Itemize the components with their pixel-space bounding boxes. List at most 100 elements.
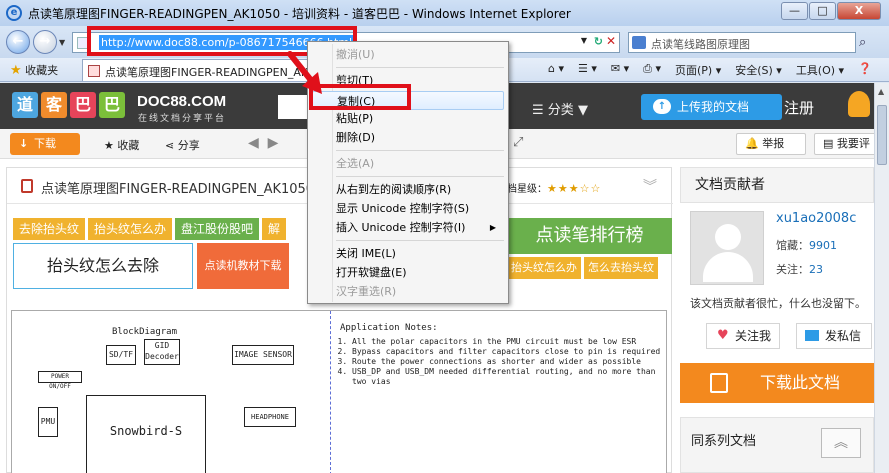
- menu-rtl-reading[interactable]: 从右到左的阅读顺序(R): [312, 180, 504, 199]
- fullscreen-icon[interactable]: ⤢: [513, 135, 523, 150]
- download-doc-label: 下载此文档: [760, 373, 841, 392]
- brand-tagline: 在线文档分享平台: [138, 114, 227, 124]
- block-diagram-title: BlockDiagram: [112, 327, 178, 337]
- menu-separator: [336, 176, 504, 177]
- follow-button[interactable]: ♥ 关注我: [706, 323, 780, 349]
- collapse-chevron-icon[interactable]: ︾: [643, 176, 657, 196]
- notes-title: Application Notes:: [340, 323, 438, 333]
- ad-banner[interactable]: 抬头纹怎么去除: [13, 243, 193, 289]
- share-button[interactable]: ⋖ 分享: [165, 137, 200, 153]
- tools-menu[interactable]: 工具(O) ▾: [796, 62, 844, 78]
- report-button[interactable]: 🔔 举报: [736, 133, 806, 155]
- menu-delete[interactable]: 删除(D): [312, 128, 504, 147]
- page-nav-arrows[interactable]: ◀ ▶: [248, 135, 278, 151]
- logo-char: 巴: [99, 92, 125, 118]
- scroll-up-icon[interactable]: ▲: [878, 87, 884, 96]
- avatar-head: [715, 224, 741, 250]
- library-count[interactable]: 9901: [809, 239, 837, 252]
- comment-button[interactable]: ▤ 我要评: [814, 133, 874, 155]
- refresh-icon[interactable]: ↻: [594, 35, 603, 48]
- ie-window: e 点读笔原理图FINGER-READINGPEN_AK1050 - 培训资料 …: [0, 0, 889, 473]
- contributor-username[interactable]: xu1ao2008c: [776, 211, 856, 226]
- stop-icon[interactable]: ✕: [606, 34, 616, 48]
- star-icon: ★: [10, 63, 22, 78]
- register-link[interactable]: 注册: [784, 97, 814, 118]
- ad-banner[interactable]: 点读机教材下载: [197, 243, 289, 289]
- back-button[interactable]: ←: [6, 30, 30, 54]
- minimize-button[interactable]: —: [781, 2, 808, 20]
- search-provider-icon: [632, 36, 646, 49]
- ad-link[interactable]: 解: [262, 218, 287, 240]
- recent-pages-dropdown-icon[interactable]: ▼: [59, 38, 65, 47]
- ad-link[interactable]: 抬头纹怎么办: [507, 257, 581, 279]
- ad-link[interactable]: 盘江股份股吧: [175, 218, 260, 240]
- message-button[interactable]: 发私信: [796, 323, 872, 349]
- search-value: 点读笔线路图原理图: [651, 38, 750, 51]
- share-label: 分享: [177, 139, 200, 152]
- browser-tab[interactable]: 点读笔原理图FINGER-READINGPEN_AK1050: [82, 59, 318, 81]
- forward-button[interactable]: →: [33, 30, 57, 54]
- vertical-scrollbar[interactable]: ▲: [874, 83, 889, 473]
- document-title: 点读笔原理图FINGER-READINGPEN_AK1050: [41, 182, 315, 197]
- favorites-button[interactable]: ★ 收藏夹: [10, 62, 58, 78]
- category-menu[interactable]: ☰ 分类 ▼: [532, 99, 588, 118]
- site-search-input[interactable]: [278, 95, 308, 119]
- download-icon: ↓: [19, 137, 29, 150]
- series-docs: 同系列文档 ︽: [680, 417, 874, 473]
- search-icon[interactable]: ⌕: [859, 35, 866, 50]
- rating-label: 档星级：: [507, 184, 547, 195]
- ad-link[interactable]: 抬头纹怎么办: [88, 218, 173, 240]
- follow-count[interactable]: 23: [809, 263, 823, 276]
- note-item: Bypass capacitors and filter capacitors …: [352, 347, 662, 357]
- download-doc-button[interactable]: 下载此文档: [680, 363, 874, 403]
- mail-icon[interactable]: ✉ ▾: [611, 62, 629, 78]
- menu-show-unicode[interactable]: 显示 Unicode 控制字符(S): [312, 199, 504, 218]
- ad-link[interactable]: 怎么去抬头纹: [584, 257, 658, 279]
- download-label: 下载: [34, 137, 56, 150]
- feeds-icon[interactable]: ☰ ▾: [578, 62, 597, 78]
- diagram-block: PMU: [38, 407, 58, 437]
- ad-links-row: 抬头纹怎么办 怎么去抬头纹: [507, 257, 661, 279]
- red-arrow-annotation: [287, 51, 322, 94]
- menu-select-all: 全选(A): [336, 157, 375, 170]
- scroll-thumb[interactable]: [877, 105, 887, 165]
- star-icon: ★: [104, 139, 114, 152]
- search-input[interactable]: 点读笔线路图原理图: [628, 32, 856, 53]
- url-dropdown-icon[interactable]: ▼: [581, 36, 587, 45]
- diagram-block: Snowbird-S: [86, 395, 206, 473]
- site-logo[interactable]: 道 客 巴 巴: [12, 92, 128, 118]
- maximize-button[interactable]: □: [809, 2, 836, 20]
- home-icon[interactable]: ⌂ ▾: [548, 62, 564, 78]
- brand-name: DOC88.COM: [137, 93, 227, 110]
- download-button[interactable]: ↓ 下载: [10, 133, 80, 155]
- message-label: 发私信: [825, 329, 862, 343]
- bell-icon: 🔔: [745, 137, 759, 150]
- upload-button[interactable]: ↑ 上传我的文档: [641, 94, 782, 120]
- menu-insert-unicode-label: 插入 Unicode 控制字符(I): [336, 221, 466, 234]
- collect-button[interactable]: ★ 收藏: [104, 137, 139, 153]
- library-label: 馆藏：: [776, 239, 809, 252]
- note-item: USB_DP and USB_DM needed differential ro…: [352, 367, 662, 387]
- menu-soft-keyboard[interactable]: 打开软键盘(E): [312, 263, 504, 282]
- menu-paste[interactable]: 粘贴(P): [312, 109, 504, 128]
- avatar[interactable]: [690, 211, 764, 285]
- safety-menu[interactable]: 安全(S) ▾: [735, 62, 782, 78]
- ad-banner[interactable]: 点读笔排行榜: [507, 218, 672, 254]
- follow-label: 关注：: [776, 263, 809, 276]
- ad-link[interactable]: 去除抬头纹: [13, 218, 86, 240]
- favorites-label: 收藏夹: [25, 64, 59, 77]
- user-icon[interactable]: [848, 91, 870, 117]
- category-label: 分类: [547, 103, 574, 118]
- menu-insert-unicode[interactable]: 插入 Unicode 控制字符(I) ▶: [312, 218, 504, 237]
- cloud-upload-icon: ↑: [653, 99, 671, 114]
- ad-links-row: 去除抬头纹 抬头纹怎么办 盘江股份股吧 解: [13, 218, 289, 240]
- note-item: All the polar capacitors in the PMU circ…: [352, 337, 662, 347]
- print-icon[interactable]: ⎙ ▾: [643, 62, 661, 78]
- ie-logo-icon: e: [6, 5, 22, 21]
- logo-char: 客: [41, 92, 67, 118]
- help-icon[interactable]: ❓: [858, 62, 872, 78]
- menu-close-ime[interactable]: 关闭 IME(L): [312, 244, 504, 263]
- page-menu[interactable]: 页面(P) ▾: [675, 62, 721, 78]
- close-button[interactable]: X: [837, 2, 881, 20]
- back-to-top-icon[interactable]: ︽: [821, 428, 861, 458]
